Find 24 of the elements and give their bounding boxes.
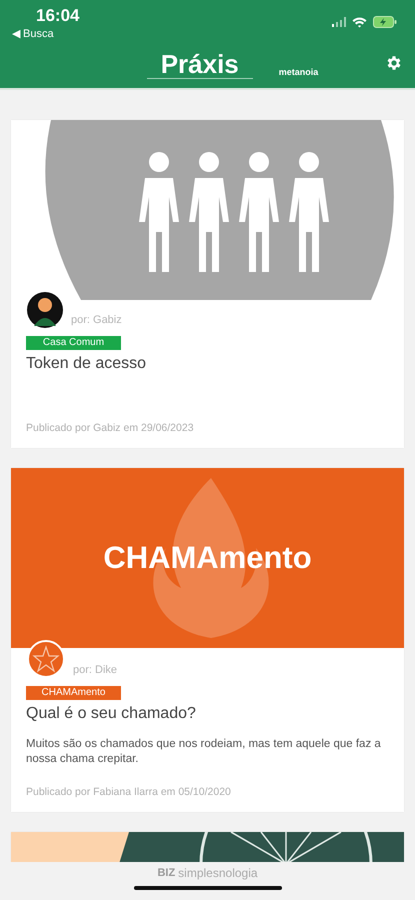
post-title: Token de acesso xyxy=(26,355,148,373)
category-tag: CHAMAmento xyxy=(26,686,121,700)
author-label: por: Dike xyxy=(73,664,118,678)
banner-title: CHAMAmento xyxy=(103,540,312,576)
wifi-icon xyxy=(352,16,367,28)
battery-icon xyxy=(373,16,397,28)
published-label: Publicado por Gabiz em 29/06/2023 xyxy=(26,422,195,434)
post-card[interactable]: CHAMAmento por: Dike CHAMAmento Qual é o seu chamado? Muitos são os chamados que nos rodeiam, mas tem aquele que faz a nossa chama crepitar. Publicado por Fabiana Ilarra em 05/10/2020 xyxy=(11,468,404,812)
app-subtitle: metanoia xyxy=(278,67,318,79)
published-label: Publicado por Fabiana Ilarra em 05/10/2020 xyxy=(26,786,232,798)
back-link[interactable]: ◀ Busca xyxy=(12,27,54,40)
avatar xyxy=(27,640,65,678)
signal-icon xyxy=(332,17,346,27)
brand-text: simplesnologia xyxy=(178,866,258,880)
settings-icon[interactable] xyxy=(385,54,403,72)
brand-logo: BIZ xyxy=(157,867,176,879)
status-time: 16:04 xyxy=(36,6,80,26)
post-card[interactable]: por: Gabiz Casa Comum Token de acesso Publicado por Gabiz em 29/06/2023 xyxy=(11,120,404,448)
avatar xyxy=(27,292,63,328)
category-tag: Casa Comum xyxy=(26,336,121,350)
post-title: Qual é o seu chamado? xyxy=(26,705,197,723)
author-label: por: Gabiz xyxy=(71,314,122,328)
post-excerpt: Muitos são os chamados que nos rodeiam, mas tem aquele que faz a nossa chama crepitar. xyxy=(26,737,382,767)
app-title: Práxis xyxy=(146,50,253,79)
